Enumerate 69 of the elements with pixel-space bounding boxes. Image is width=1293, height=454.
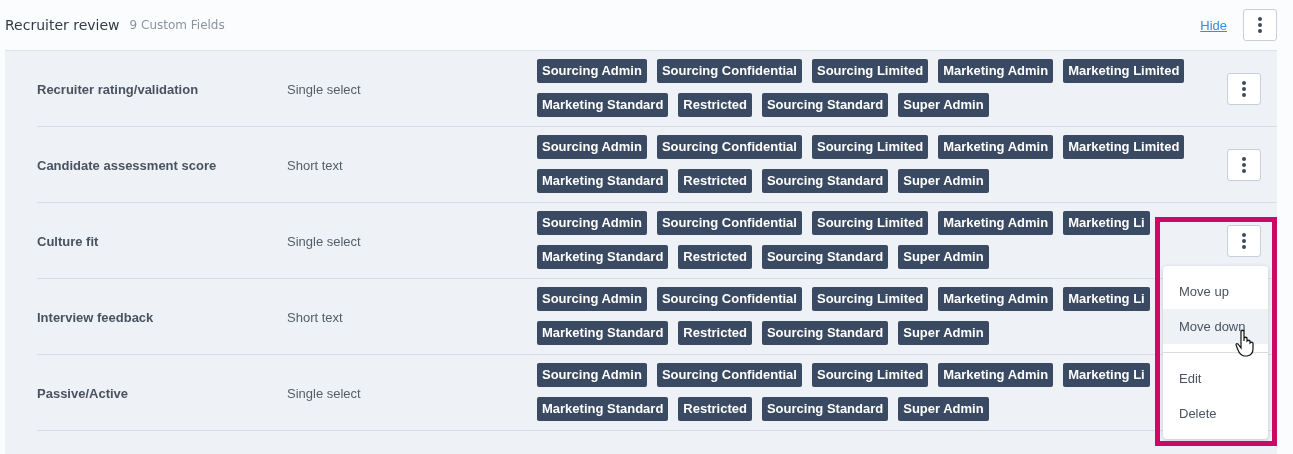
menu-item[interactable]: Move up <box>1163 274 1268 309</box>
role-tag: Restricted <box>678 169 752 193</box>
field-name: Culture fit <box>37 234 99 249</box>
role-tag: Sourcing Confidential <box>656 59 802 83</box>
more-icon <box>1242 156 1246 173</box>
role-tag: Super Admin <box>898 245 989 269</box>
role-tag: Super Admin <box>898 93 989 117</box>
role-tag: Marketing Admin <box>938 287 1054 311</box>
more-icon <box>1258 17 1262 33</box>
field-type: Single select <box>287 82 361 97</box>
role-tag: Sourcing Standard <box>761 169 889 193</box>
role-tag: Sourcing Admin <box>537 287 647 311</box>
role-tag: Sourcing Admin <box>537 59 647 83</box>
role-tag: Sourcing Confidential <box>656 135 802 159</box>
role-tag: Sourcing Confidential <box>656 363 802 387</box>
role-tag: Sourcing Limited <box>811 135 929 159</box>
more-icon <box>1242 80 1246 97</box>
role-tag: Sourcing Confidential <box>656 287 802 311</box>
role-tag: Marketing Limited <box>1063 59 1185 83</box>
role-tag: Marketing Admin <box>938 211 1054 235</box>
role-tag: Marketing Admin <box>938 363 1054 387</box>
more-icon <box>1242 232 1246 249</box>
role-tag: Marketing Li <box>1063 287 1150 311</box>
field-type: Short text <box>287 310 343 325</box>
role-tag: Sourcing Confidential <box>656 211 802 235</box>
role-tag: Marketing Standard <box>537 93 669 117</box>
hand-cursor-icon <box>1235 329 1255 357</box>
field-name: Interview feedback <box>37 310 154 325</box>
role-tag: Sourcing Standard <box>761 245 889 269</box>
field-type: Single select <box>287 234 361 249</box>
role-tag: Sourcing Limited <box>811 363 929 387</box>
menu-item[interactable]: Delete <box>1163 396 1268 431</box>
field-name: Candidate assessment score <box>37 158 217 173</box>
role-tag: Super Admin <box>898 169 989 193</box>
role-tag: Super Admin <box>898 321 989 345</box>
role-tag: Sourcing Limited <box>811 287 929 311</box>
role-tag: Marketing Li <box>1063 211 1150 235</box>
role-tag: Marketing Standard <box>537 321 669 345</box>
role-tag: Restricted <box>678 93 752 117</box>
field-count: 9 Custom Fields <box>129 18 225 32</box>
more-options-button[interactable] <box>1227 72 1261 105</box>
role-tag: Sourcing Standard <box>761 397 889 421</box>
section-title: Recruiter review <box>5 17 120 33</box>
role-tag: Restricted <box>678 245 752 269</box>
role-tag: Marketing Admin <box>938 135 1054 159</box>
role-tag: Marketing Standard <box>537 169 669 193</box>
role-tag: Sourcing Admin <box>537 363 647 387</box>
field-name: Passive/Active <box>37 386 129 401</box>
field-type: Single select <box>287 386 361 401</box>
role-tag: Sourcing Admin <box>537 211 647 235</box>
role-tag: Marketing Li <box>1063 363 1150 387</box>
more-options-button[interactable] <box>1227 148 1261 181</box>
more-options-button[interactable] <box>1243 9 1277 41</box>
role-tag: Sourcing Standard <box>761 321 889 345</box>
role-tag: Sourcing Limited <box>811 59 929 83</box>
role-tag: Marketing Standard <box>537 397 669 421</box>
role-tag: Sourcing Limited <box>811 211 929 235</box>
field-name: Recruiter rating/validation <box>37 82 199 97</box>
role-tag: Restricted <box>678 397 752 421</box>
more-options-button[interactable] <box>1227 224 1261 257</box>
role-tag: Sourcing Standard <box>761 93 889 117</box>
role-tag: Marketing Standard <box>537 245 669 269</box>
role-tag: Marketing Limited <box>1063 135 1185 159</box>
role-tag: Restricted <box>678 321 752 345</box>
role-tag: Marketing Admin <box>938 59 1054 83</box>
role-tag: Super Admin <box>898 397 989 421</box>
role-tag: Sourcing Admin <box>537 135 647 159</box>
menu-item[interactable]: Edit <box>1163 361 1268 396</box>
field-type: Short text <box>287 158 343 173</box>
